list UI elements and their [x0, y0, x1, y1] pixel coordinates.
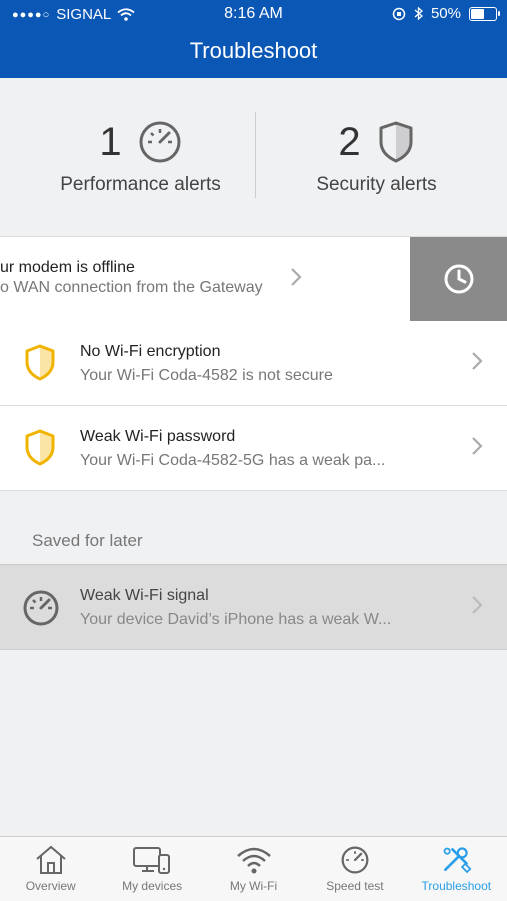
alert-row-no-encryption[interactable]: No Wi-Fi encryption Your Wi-Fi Coda-4582…	[0, 321, 507, 406]
home-icon	[36, 845, 66, 874]
performance-label: Performance alerts	[60, 174, 221, 195]
saved-title: Weak Wi-Fi signal	[80, 587, 209, 604]
tab-bar: Overview My devices My Wi-Fi Speed test	[0, 836, 507, 901]
saved-for-later-heading: Saved for later	[32, 531, 143, 550]
tab-label: Troubleshoot	[421, 879, 492, 893]
gauge-icon	[139, 121, 181, 163]
clock-icon	[444, 264, 473, 294]
alert-row-modem-offline[interactable]: ur modem is offline o WAN connection fro…	[0, 236, 507, 322]
snooze-button[interactable]	[410, 237, 507, 321]
gauge-icon	[341, 846, 369, 874]
alert-subtitle: Your Wi-Fi Coda-4582 is not secure	[80, 367, 333, 384]
tab-troubleshoot[interactable]: Troubleshoot	[406, 837, 507, 901]
alert-title: Weak Wi-Fi password	[80, 428, 236, 445]
shield-icon	[379, 121, 413, 163]
security-label: Security alerts	[316, 174, 437, 195]
alert-subtitle: o WAN connection from the Gateway	[0, 279, 263, 296]
tab-overview[interactable]: Overview	[0, 837, 101, 901]
tab-label: My Wi-Fi	[229, 879, 278, 893]
orientation-lock-icon	[392, 7, 406, 20]
tools-icon	[443, 847, 472, 874]
gauge-icon	[23, 590, 59, 626]
app-header: ●●●●○ SIGNAL 8:16 AM 50% Troubleshoot	[0, 0, 507, 78]
alert-subtitle: Your Wi-Fi Coda-4582-5G has a weak pa...	[80, 452, 386, 469]
tab-my-wifi[interactable]: My Wi-Fi	[203, 837, 304, 901]
saved-row-weak-signal[interactable]: Weak Wi-Fi signal Your device David’s iP…	[0, 564, 507, 650]
saved-subtitle: Your device David’s iPhone has a weak W.…	[80, 611, 392, 628]
chevron-right-icon	[472, 352, 483, 370]
security-summary[interactable]: 2 Security alerts	[250, 110, 503, 196]
alert-title: ur modem is offline	[0, 259, 135, 276]
tab-label: My devices	[122, 879, 183, 893]
chevron-right-icon	[291, 268, 302, 286]
wifi-icon	[236, 847, 271, 874]
tab-my-devices[interactable]: My devices	[101, 837, 202, 901]
battery-icon	[469, 6, 500, 21]
chevron-right-icon	[472, 596, 483, 614]
status-bar: ●●●●○ SIGNAL 8:16 AM 50%	[0, 0, 507, 28]
shield-icon	[25, 429, 55, 466]
battery-percent: 50%	[430, 5, 461, 22]
page-title: Troubleshoot	[189, 38, 318, 63]
alert-title: No Wi-Fi encryption	[80, 343, 221, 360]
shield-icon	[25, 344, 55, 381]
bluetooth-icon	[414, 6, 423, 21]
alert-row-content[interactable]: ur modem is offline o WAN connection fro…	[0, 237, 410, 321]
performance-count: 1	[99, 119, 122, 164]
tab-label: Overview	[25, 879, 76, 893]
alert-row-weak-password[interactable]: Weak Wi-Fi password Your Wi-Fi Coda-4582…	[0, 406, 507, 491]
devices-icon	[133, 847, 171, 874]
tab-label: Speed test	[326, 879, 384, 893]
security-count: 2	[338, 119, 361, 164]
performance-summary[interactable]: 1 Performance alerts	[14, 110, 267, 196]
tab-speed-test[interactable]: Speed test	[304, 837, 405, 901]
alerts-summary: 1 Performance alerts 2 Security alerts	[0, 78, 507, 236]
chevron-right-icon	[472, 437, 483, 455]
